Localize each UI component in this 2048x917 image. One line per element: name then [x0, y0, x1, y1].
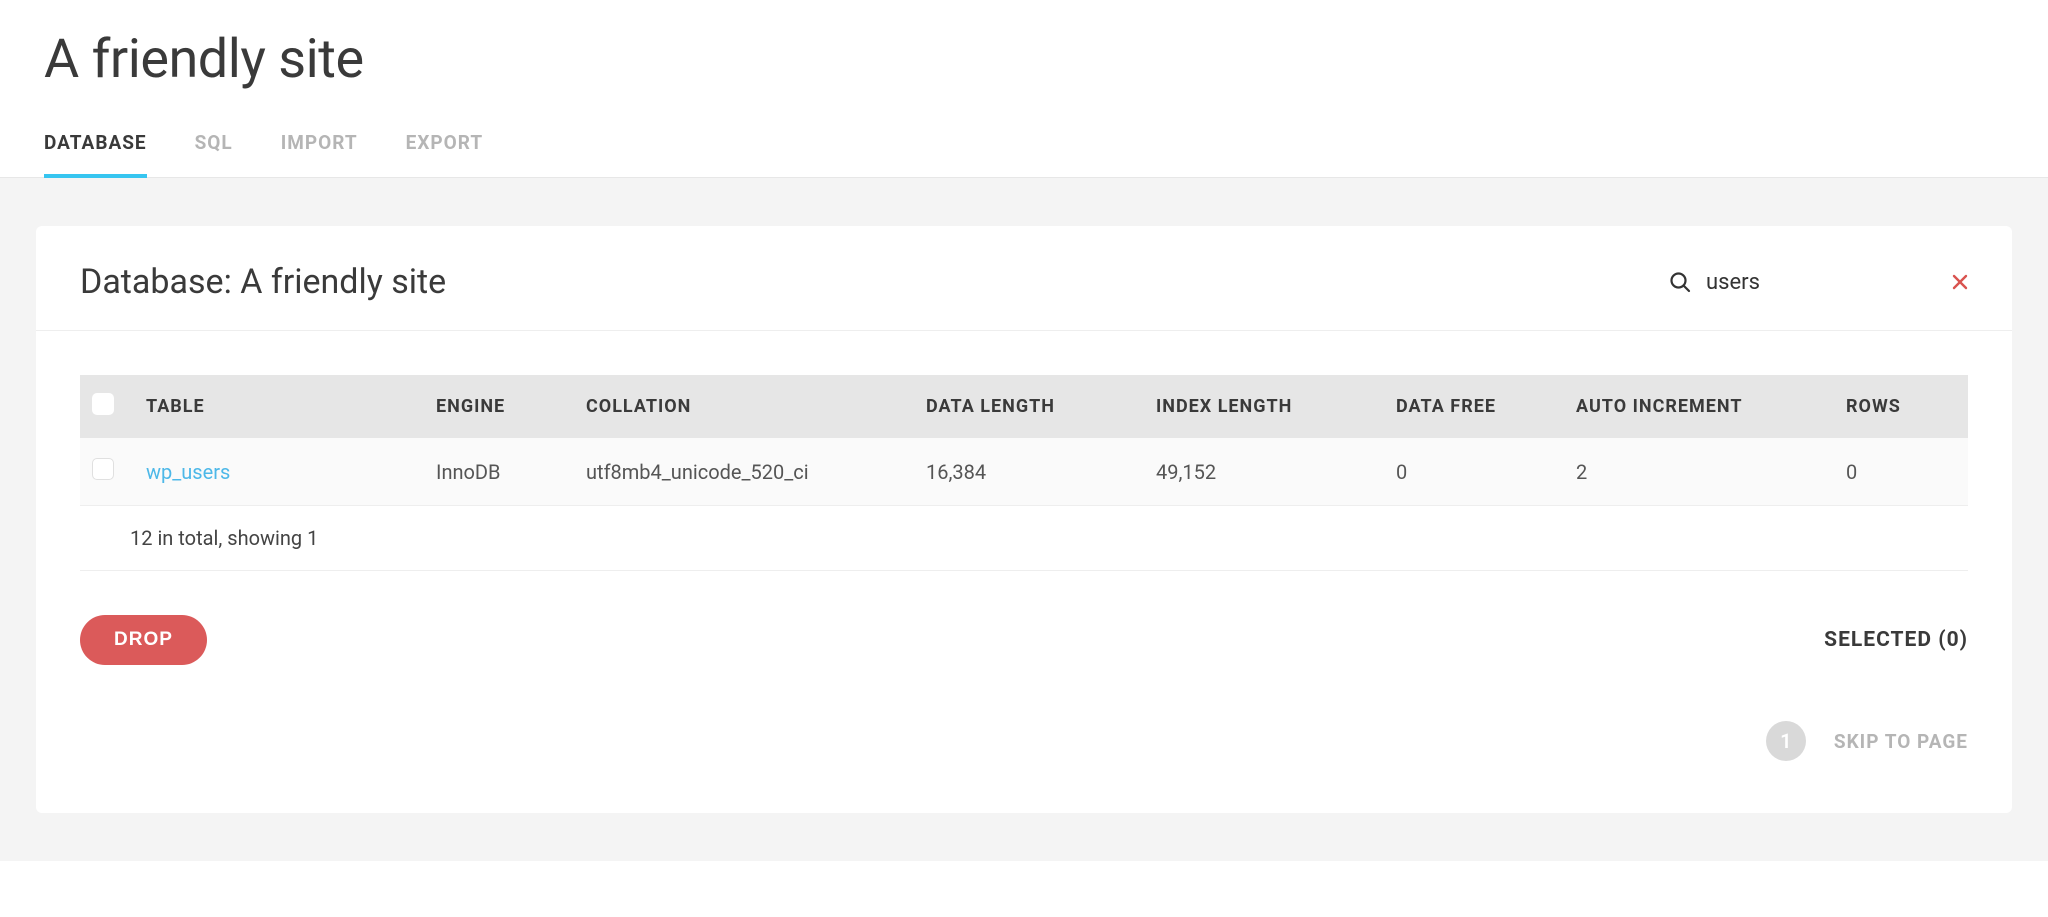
clear-search-icon[interactable]	[1952, 274, 1968, 290]
summary-row: 12 in total, showing 1	[80, 506, 1968, 571]
row-checkbox[interactable]	[92, 458, 114, 480]
col-header-collation[interactable]: COLLATION	[574, 375, 914, 438]
summary-text: 12 in total, showing 1	[80, 506, 1968, 571]
skip-to-page[interactable]: SKIP TO PAGE	[1834, 730, 1968, 753]
tab-database[interactable]: DATABASE	[44, 131, 147, 178]
site-title: A friendly site	[0, 0, 2048, 103]
selected-count: SELECTED (0)	[1824, 628, 1968, 652]
cell-data-free: 0	[1384, 438, 1564, 506]
tab-export[interactable]: EXPORT	[406, 131, 484, 178]
tables-table: TABLE ENGINE COLLATION DATA LENGTH INDEX…	[80, 375, 1968, 571]
panel-title: Database: A friendly site	[80, 262, 446, 302]
cell-rows: 0	[1834, 438, 1968, 506]
select-all-checkbox[interactable]	[92, 393, 114, 415]
col-header-table[interactable]: TABLE	[134, 375, 424, 438]
table-row: wp_users InnoDB utf8mb4_unicode_520_ci 1…	[80, 438, 1968, 506]
col-header-auto-increment[interactable]: AUTO INCREMENT	[1564, 375, 1834, 438]
table-name-link[interactable]: wp_users	[146, 460, 230, 484]
col-header-index-length[interactable]: INDEX LENGTH	[1144, 375, 1384, 438]
page-number[interactable]: 1	[1766, 721, 1806, 761]
cell-data-length: 16,384	[914, 438, 1144, 506]
col-header-data-length[interactable]: DATA LENGTH	[914, 375, 1144, 438]
col-header-rows[interactable]: ROWS	[1834, 375, 1968, 438]
cell-index-length: 49,152	[1144, 438, 1384, 506]
col-header-data-free[interactable]: DATA FREE	[1384, 375, 1564, 438]
col-header-engine[interactable]: ENGINE	[424, 375, 574, 438]
database-panel: Database: A friendly site	[36, 226, 2012, 813]
tab-import[interactable]: IMPORT	[281, 131, 358, 178]
search-icon	[1668, 270, 1692, 294]
tab-bar: DATABASE SQL IMPORT EXPORT	[0, 103, 2048, 178]
search-wrap	[1668, 268, 1968, 297]
drop-button[interactable]: DROP	[80, 615, 207, 665]
cell-engine: InnoDB	[424, 438, 574, 506]
search-input[interactable]	[1706, 268, 1906, 297]
tab-sql[interactable]: SQL	[195, 131, 233, 178]
cell-auto-increment: 2	[1564, 438, 1834, 506]
cell-collation: utf8mb4_unicode_520_ci	[574, 438, 914, 506]
